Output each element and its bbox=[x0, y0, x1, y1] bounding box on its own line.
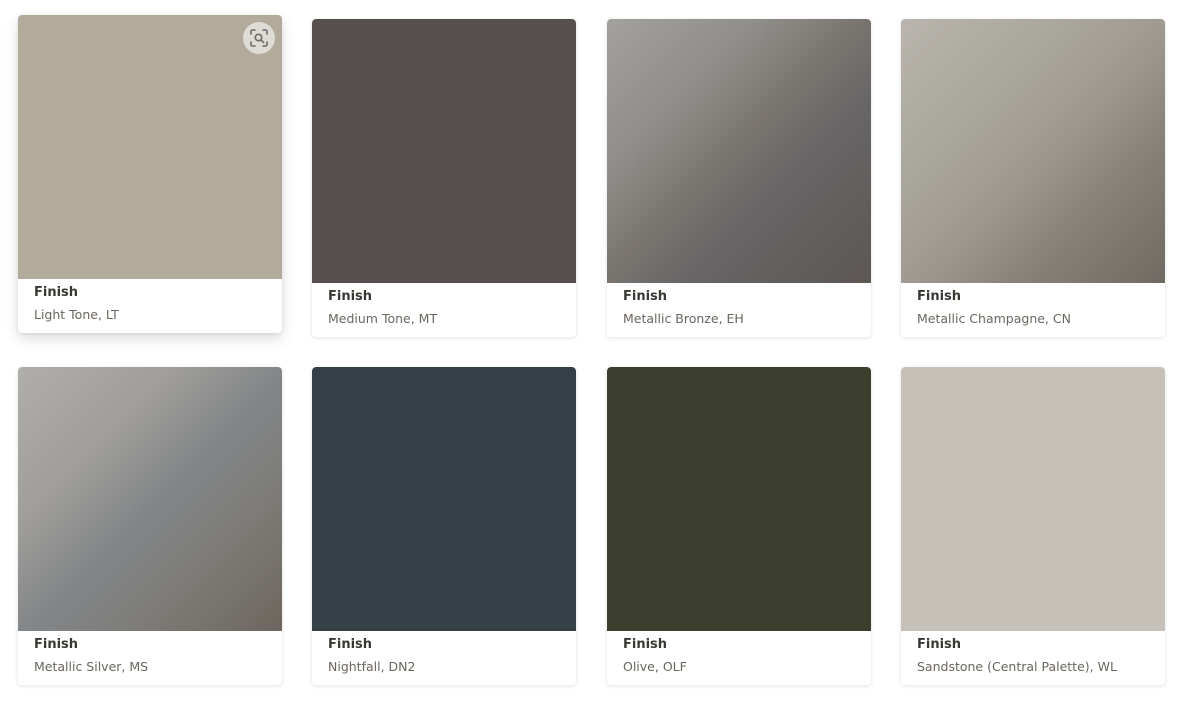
finish-swatch[interactable] bbox=[607, 367, 871, 631]
finish-swatch[interactable] bbox=[901, 19, 1165, 283]
finish-card-metallic-champagne[interactable]: Finish Metallic Champagne, CN bbox=[901, 19, 1165, 337]
finish-name: Olive, OLF bbox=[623, 659, 687, 674]
zoom-button[interactable] bbox=[243, 22, 275, 54]
finish-card-nightfall[interactable]: Finish Nightfall, DN2 bbox=[312, 367, 576, 685]
finish-label: Finish bbox=[623, 289, 668, 304]
finish-swatch[interactable] bbox=[312, 19, 576, 283]
finish-name: Nightfall, DN2 bbox=[328, 659, 416, 674]
finish-card-sandstone[interactable]: Finish Sandstone (Central Palette), WL bbox=[901, 367, 1165, 685]
finish-label: Finish bbox=[917, 289, 962, 304]
finish-caption: Finish Metallic Champagne, CN bbox=[917, 289, 1071, 327]
finish-card-light-tone[interactable]: Finish Light Tone, LT bbox=[18, 15, 282, 333]
finish-name: Metallic Bronze, EH bbox=[623, 311, 744, 326]
finish-swatch[interactable] bbox=[312, 367, 576, 631]
finish-name: Medium Tone, MT bbox=[328, 311, 438, 326]
finish-swatch[interactable] bbox=[607, 19, 871, 283]
finish-card-medium-tone[interactable]: Finish Medium Tone, MT bbox=[312, 19, 576, 337]
finish-swatch[interactable] bbox=[901, 367, 1165, 631]
finish-swatch[interactable] bbox=[18, 367, 282, 631]
finish-caption: Finish Light Tone, LT bbox=[34, 285, 119, 323]
finish-label: Finish bbox=[917, 637, 962, 652]
finish-name: Metallic Champagne, CN bbox=[917, 311, 1071, 326]
finish-caption: Finish Metallic Silver, MS bbox=[34, 637, 148, 675]
finish-card-metallic-silver[interactable]: Finish Metallic Silver, MS bbox=[18, 367, 282, 685]
finish-label: Finish bbox=[34, 285, 79, 300]
finish-label: Finish bbox=[623, 637, 668, 652]
finish-name: Metallic Silver, MS bbox=[34, 659, 149, 674]
finish-name: Light Tone, LT bbox=[34, 307, 119, 322]
finish-label: Finish bbox=[34, 637, 79, 652]
finish-grid: Finish Light Tone, LT Finish Medium Tone… bbox=[0, 0, 1186, 702]
finish-caption: Finish Olive, OLF bbox=[623, 637, 687, 675]
finish-caption: Finish Nightfall, DN2 bbox=[328, 637, 415, 675]
focus-zoom-icon bbox=[250, 29, 268, 47]
finish-card-olive[interactable]: Finish Olive, OLF bbox=[607, 367, 871, 685]
finish-name: Sandstone (Central Palette), WL bbox=[917, 659, 1117, 674]
finish-label: Finish bbox=[328, 289, 373, 304]
finish-caption: Finish Sandstone (Central Palette), WL bbox=[917, 637, 1117, 675]
finish-caption: Finish Medium Tone, MT bbox=[328, 289, 437, 327]
finish-card-metallic-bronze[interactable]: Finish Metallic Bronze, EH bbox=[607, 19, 871, 337]
finish-caption: Finish Metallic Bronze, EH bbox=[623, 289, 744, 327]
finish-label: Finish bbox=[328, 637, 373, 652]
finish-swatch[interactable] bbox=[18, 15, 282, 279]
